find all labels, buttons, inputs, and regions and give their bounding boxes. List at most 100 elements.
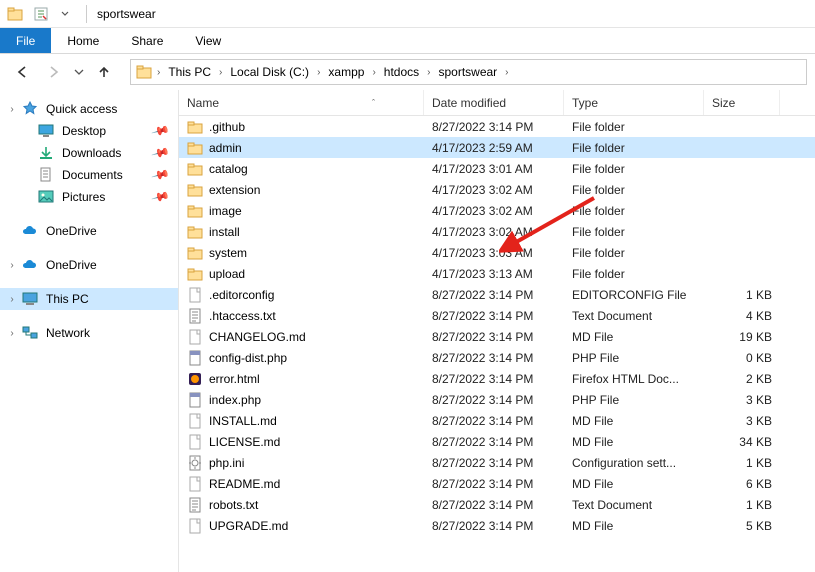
file-icon [187,350,203,366]
crumb-local-disk[interactable]: Local Disk (C:) [224,60,315,84]
sort-ascending-icon: ˆ [372,98,375,108]
file-row[interactable]: php.ini8/27/2022 3:14 PMConfiguration se… [179,452,815,473]
column-date[interactable]: Date modified [424,90,564,115]
pin-icon: 📌 [151,187,171,207]
sidebar-item-onedrive[interactable]: OneDrive [0,220,178,242]
chevron-right-icon[interactable]: › [315,67,322,78]
file-name: php.ini [209,456,244,470]
back-button[interactable] [8,58,36,86]
sidebar-item-onedrive[interactable]: › OneDrive [0,254,178,276]
file-size: 6 KB [704,477,780,491]
column-type[interactable]: Type [564,90,704,115]
chevron-right-icon[interactable]: › [370,67,377,78]
chevron-right-icon[interactable]: › [425,67,432,78]
file-date: 8/27/2022 3:14 PM [424,288,564,302]
file-row[interactable]: upload4/17/2023 3:13 AMFile folder [179,263,815,284]
crumb-htdocs[interactable]: htdocs [378,60,425,84]
sidebar-item-network[interactable]: › Network [0,322,178,344]
file-row[interactable]: error.html8/27/2022 3:14 PMFirefox HTML … [179,368,815,389]
file-icon [187,455,203,471]
network-icon [22,325,38,341]
chevron-right-icon[interactable]: › [155,67,162,78]
sidebar-item-pictures[interactable]: Pictures 📌 [0,186,178,208]
file-date: 8/27/2022 3:14 PM [424,519,564,533]
chevron-right-icon[interactable]: › [6,328,18,339]
forward-button[interactable] [40,58,68,86]
file-row[interactable]: install4/17/2023 3:02 AMFile folder [179,221,815,242]
file-name: system [209,246,247,260]
chevron-right-icon[interactable]: › [6,260,18,271]
file-type: File folder [564,204,704,218]
qat-dropdown-icon[interactable] [54,3,76,25]
breadcrumb[interactable]: › This PC › Local Disk (C:) › xampp › ht… [130,59,807,85]
breadcrumb-folder-icon [135,63,153,81]
file-row[interactable]: catalog4/17/2023 3:01 AMFile folder [179,158,815,179]
column-size[interactable]: Size [704,90,780,115]
file-row[interactable]: config-dist.php8/27/2022 3:14 PMPHP File… [179,347,815,368]
file-row[interactable]: LICENSE.md8/27/2022 3:14 PMMD File34 KB [179,431,815,452]
chevron-right-icon[interactable]: › [6,294,18,305]
file-row[interactable]: INSTALL.md8/27/2022 3:14 PMMD File3 KB [179,410,815,431]
file-row[interactable]: README.md8/27/2022 3:14 PMMD File6 KB [179,473,815,494]
file-row[interactable]: CHANGELOG.md8/27/2022 3:14 PMMD File19 K… [179,326,815,347]
file-row[interactable]: .htaccess.txt8/27/2022 3:14 PMText Docum… [179,305,815,326]
tab-home[interactable]: Home [51,28,115,53]
file-type: MD File [564,330,704,344]
sidebar-label: OneDrive [46,258,97,272]
file-type: File folder [564,120,704,134]
file-icon [187,329,203,345]
crumb-this-pc[interactable]: This PC [162,60,217,84]
tab-share[interactable]: Share [115,28,179,53]
crumb-sportswear[interactable]: sportswear [432,60,503,84]
file-row[interactable]: index.php8/27/2022 3:14 PMPHP File3 KB [179,389,815,410]
file-date: 8/27/2022 3:14 PM [424,120,564,134]
file-rows[interactable]: .github8/27/2022 3:14 PMFile folderadmin… [179,116,815,572]
qat-properties-icon[interactable] [30,3,52,25]
file-row[interactable]: .github8/27/2022 3:14 PMFile folder [179,116,815,137]
sidebar-item-quick-access[interactable]: › Quick access [0,98,178,120]
tab-file[interactable]: File [0,28,51,53]
quick-access-toolbar [26,3,80,25]
file-name: install [209,225,240,239]
file-date: 8/27/2022 3:14 PM [424,372,564,386]
this-pc-icon [22,291,38,307]
file-row[interactable]: image4/17/2023 3:02 AMFile folder [179,200,815,221]
sidebar-label: Desktop [62,124,106,138]
folder-icon [187,245,203,261]
file-row[interactable]: robots.txt8/27/2022 3:14 PMText Document… [179,494,815,515]
sidebar-item-desktop[interactable]: Desktop 📌 [0,120,178,142]
chevron-right-icon[interactable]: › [217,67,224,78]
file-type: File folder [564,183,704,197]
column-name[interactable]: Name ˆ [179,90,424,115]
file-date: 4/17/2023 3:02 AM [424,204,564,218]
file-row[interactable]: extension4/17/2023 3:02 AMFile folder [179,179,815,200]
onedrive-icon [22,223,38,239]
onedrive-icon [22,257,38,273]
file-row[interactable]: system4/17/2023 3:03 AMFile folder [179,242,815,263]
chevron-right-icon[interactable]: › [6,104,18,115]
tab-view[interactable]: View [179,28,237,53]
sidebar-item-this-pc[interactable]: › This PC [0,288,178,310]
folder-icon [187,140,203,156]
documents-icon [38,167,54,183]
window-title: sportswear [93,7,156,21]
chevron-right-icon[interactable]: › [503,67,510,78]
file-name: admin [209,141,242,155]
recent-dropdown-icon[interactable] [72,58,86,86]
file-row[interactable]: admin4/17/2023 2:59 AMFile folder [179,137,815,158]
file-name: extension [209,183,260,197]
file-name: UPGRADE.md [209,519,288,533]
file-size: 0 KB [704,351,780,365]
sidebar-item-downloads[interactable]: Downloads 📌 [0,142,178,164]
file-name: INSTALL.md [209,414,277,428]
file-row[interactable]: UPGRADE.md8/27/2022 3:14 PMMD File5 KB [179,515,815,536]
crumb-xampp[interactable]: xampp [322,60,370,84]
file-row[interactable]: .editorconfig8/27/2022 3:14 PMEDITORCONF… [179,284,815,305]
up-button[interactable] [90,58,118,86]
file-date: 8/27/2022 3:14 PM [424,456,564,470]
pin-icon: 📌 [151,165,171,185]
sidebar-item-documents[interactable]: Documents 📌 [0,164,178,186]
file-type: MD File [564,414,704,428]
folder-icon [187,161,203,177]
file-name: error.html [209,372,260,386]
